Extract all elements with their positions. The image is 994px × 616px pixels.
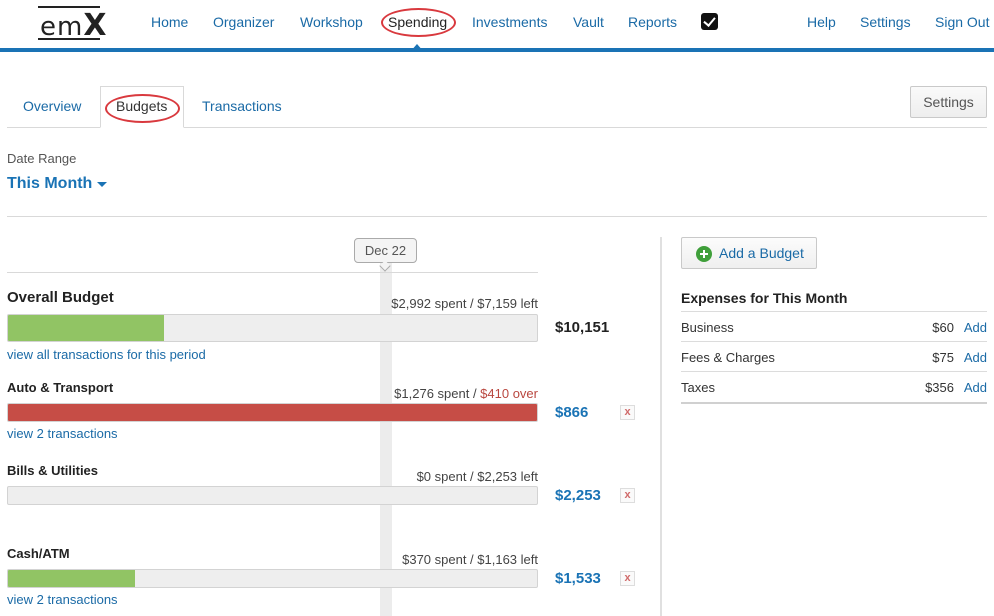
nav-investments[interactable]: Investments — [472, 14, 547, 30]
budget-bar-auto-transport — [7, 403, 538, 422]
budget-bar-bills-utilities — [7, 486, 538, 505]
nav-reports[interactable]: Reports — [628, 14, 677, 30]
budget-spent-auto-transport: $1,276 spent / $410 over — [394, 386, 538, 401]
remove-budget-icon[interactable]: x — [620, 571, 635, 586]
nav-organizer[interactable]: Organizer — [213, 14, 274, 30]
budget-name-auto-transport: Auto & Transport — [7, 380, 114, 395]
expense-amount: $75 — [932, 350, 954, 365]
nav-sign-out[interactable]: Sign Out — [935, 14, 989, 30]
chevron-down-icon[interactable] — [97, 182, 107, 187]
view-transactions-link-cash[interactable]: view 2 transactions — [7, 592, 118, 607]
expense-row: Fees & Charges $75 Add — [681, 350, 987, 370]
view-transactions-link-auto[interactable]: view 2 transactions — [7, 426, 118, 441]
budget-fill-overall — [8, 315, 165, 341]
budget-bar-cash-atm — [7, 569, 538, 588]
highlight-ring-budgets — [105, 94, 180, 123]
budget-fill-cash-atm — [8, 570, 136, 587]
timeline-baseline — [7, 272, 538, 273]
emx-logo[interactable]: emX — [38, 6, 106, 43]
budget-amount-auto-transport[interactable]: $866 — [555, 404, 588, 421]
expense-name: Fees & Charges — [681, 350, 775, 365]
remove-budget-icon[interactable]: x — [620, 405, 635, 420]
current-date-marker: Dec 22 — [354, 238, 417, 263]
highlight-ring-spending — [381, 8, 456, 37]
over-budget-text: $410 over — [480, 386, 538, 401]
checkbox-icon[interactable] — [701, 13, 718, 30]
expenses-divider — [681, 371, 987, 372]
budget-name-bills-utilities: Bills & Utilities — [7, 463, 99, 478]
expense-amount: $60 — [932, 320, 954, 335]
expenses-divider — [681, 341, 987, 342]
nav-vault[interactable]: Vault — [573, 14, 604, 30]
expense-amount: $356 — [925, 380, 954, 395]
expense-add-link[interactable]: Add — [964, 380, 987, 395]
nav-help[interactable]: Help — [807, 14, 836, 30]
expense-row: Business $60 Add — [681, 320, 987, 340]
expense-name: Business — [681, 320, 734, 335]
expenses-title: Expenses for This Month — [681, 290, 848, 306]
date-range-label: Date Range — [7, 151, 77, 166]
active-nav-indicator — [410, 44, 424, 52]
settings-button[interactable]: Settings — [910, 86, 987, 118]
budget-amount-overall: $10,151 — [555, 319, 610, 336]
add-budget-label: Add a Budget — [719, 245, 804, 261]
plus-icon — [696, 246, 712, 262]
budget-amount-cash-atm[interactable]: $1,533 — [555, 570, 601, 587]
budget-spent-cash-atm: $370 spent / $1,163 left — [402, 552, 538, 567]
top-navigation: emX Home Organizer Workshop Spending Inv… — [0, 0, 994, 52]
expenses-bottom-rule — [681, 402, 987, 404]
expenses-divider — [681, 311, 987, 312]
tab-transactions[interactable]: Transactions — [202, 98, 282, 114]
add-budget-button[interactable]: Add a Budget — [681, 237, 817, 269]
budget-spent-overall: $2,992 spent / $7,159 left — [391, 296, 538, 311]
budget-bar-overall — [7, 314, 538, 342]
budget-fill-auto-transport — [8, 404, 537, 421]
expense-name: Taxes — [681, 380, 715, 395]
remove-budget-icon[interactable]: x — [620, 488, 635, 503]
tab-overview[interactable]: Overview — [23, 98, 81, 114]
expense-row: Taxes $356 Add — [681, 380, 987, 400]
date-range-dropdown[interactable]: This Month — [7, 175, 92, 193]
section-divider — [7, 216, 987, 217]
expense-add-link[interactable]: Add — [964, 320, 987, 335]
column-separator — [660, 237, 662, 616]
nav-settings[interactable]: Settings — [860, 14, 911, 30]
budget-name-cash-atm: Cash/ATM — [7, 546, 70, 561]
budget-amount-bills-utilities[interactable]: $2,253 — [555, 487, 601, 504]
expense-add-link[interactable]: Add — [964, 350, 987, 365]
budget-spent-bills-utilities: $0 spent / $2,253 left — [416, 469, 538, 484]
nav-home[interactable]: Home — [151, 14, 188, 30]
view-transactions-link-overall[interactable]: view all transactions for this period — [7, 347, 206, 362]
spent-text: $1,276 spent / — [394, 386, 481, 401]
budget-name-overall: Overall Budget — [7, 289, 114, 306]
nav-workshop[interactable]: Workshop — [300, 14, 363, 30]
